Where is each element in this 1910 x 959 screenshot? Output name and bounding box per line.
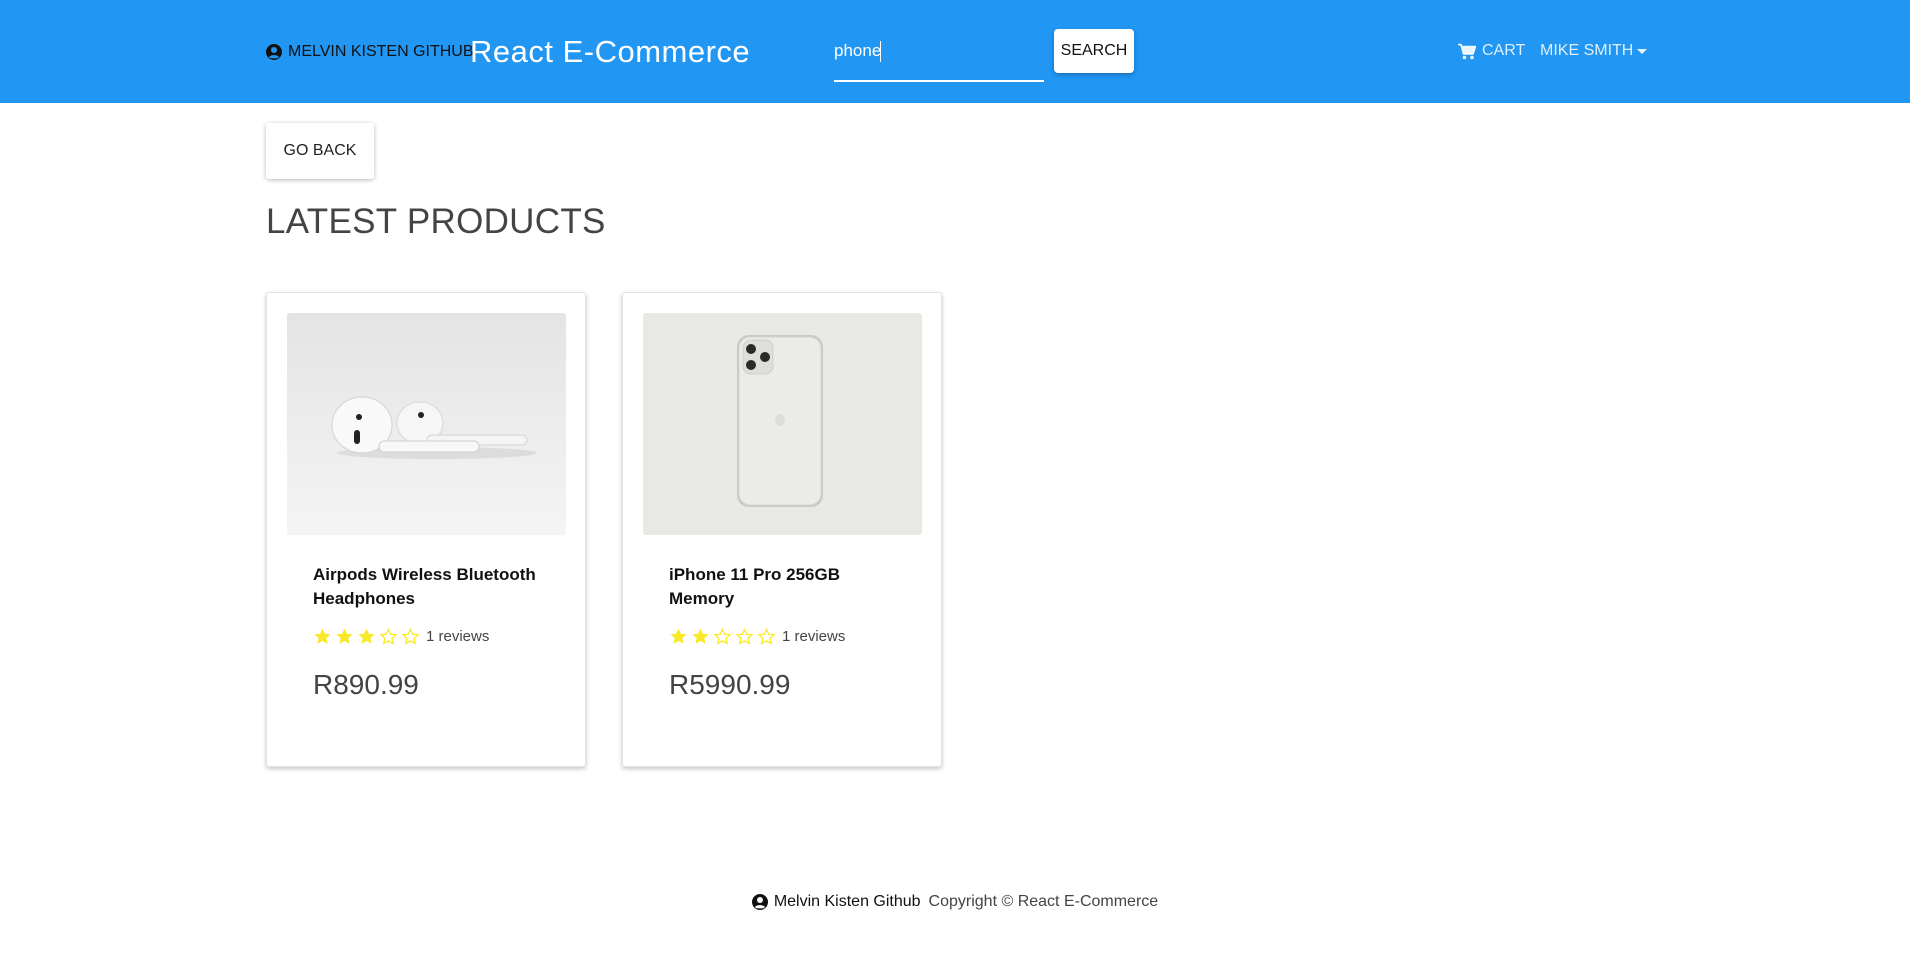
star-empty-icon xyxy=(735,627,754,645)
star-full-icon xyxy=(670,628,687,644)
cart-link[interactable]: Cart xyxy=(1458,42,1525,60)
star-full-icon xyxy=(358,628,375,644)
copyright-text: Copyright © React E-Commerce xyxy=(928,893,1159,910)
star-empty-icon xyxy=(401,627,420,645)
user-circle-icon xyxy=(751,894,768,910)
product-card: iPhone 11 Pro 256GB Memory 1 reviews R59… xyxy=(622,292,942,767)
github-link-label: Melvin Kisten Github xyxy=(288,43,474,60)
product-image-link[interactable] xyxy=(643,313,922,535)
airpods-image xyxy=(287,313,566,535)
go-back-button[interactable]: Go Back xyxy=(266,123,374,179)
star-empty-icon xyxy=(757,627,776,645)
user-name: Mike Smith xyxy=(1540,42,1634,59)
footer: Melvin Kisten Github Copyright © React E… xyxy=(0,893,1910,911)
search-input[interactable] xyxy=(834,36,1044,66)
product-rating: 1 reviews xyxy=(313,627,489,646)
brand-title[interactable]: React E-Commerce xyxy=(470,34,750,70)
shopping-cart-icon xyxy=(1458,43,1476,59)
star-full-icon xyxy=(336,628,353,644)
user-circle-icon xyxy=(266,44,282,60)
text-caret xyxy=(880,41,881,62)
product-name-link[interactable]: Airpods Wireless Bluetooth Headphones xyxy=(313,563,553,611)
product-price: R5990.99 xyxy=(669,669,791,700)
review-count: 1 reviews xyxy=(782,628,846,645)
star-full-icon xyxy=(314,628,331,644)
chevron-down-icon xyxy=(1637,49,1648,54)
star-full-icon xyxy=(692,628,709,644)
cart-label: Cart xyxy=(1482,42,1526,59)
search-field xyxy=(834,36,1044,82)
product-card: Airpods Wireless Bluetooth Headphones 1 … xyxy=(266,292,586,767)
product-price: R890.99 xyxy=(313,669,419,700)
product-name-link[interactable]: iPhone 11 Pro 256GB Memory xyxy=(669,563,909,611)
product-image-link[interactable] xyxy=(287,313,566,535)
review-count: 1 reviews xyxy=(426,628,490,645)
product-rating: 1 reviews xyxy=(669,627,845,646)
footer-github-label: Melvin Kisten Github xyxy=(773,893,921,910)
footer-github-link[interactable]: Melvin Kisten Github xyxy=(751,893,921,911)
navbar: Melvin Kisten Github React E-Commerce Se… xyxy=(0,0,1910,103)
github-link[interactable]: Melvin Kisten Github xyxy=(266,42,474,62)
star-empty-icon xyxy=(713,627,732,645)
iphone-image xyxy=(643,313,922,535)
star-empty-icon xyxy=(379,627,398,645)
user-menu-dropdown[interactable]: Mike Smith xyxy=(1540,42,1648,60)
page-title: Latest Products xyxy=(266,202,606,241)
search-button[interactable]: Search xyxy=(1054,29,1134,73)
